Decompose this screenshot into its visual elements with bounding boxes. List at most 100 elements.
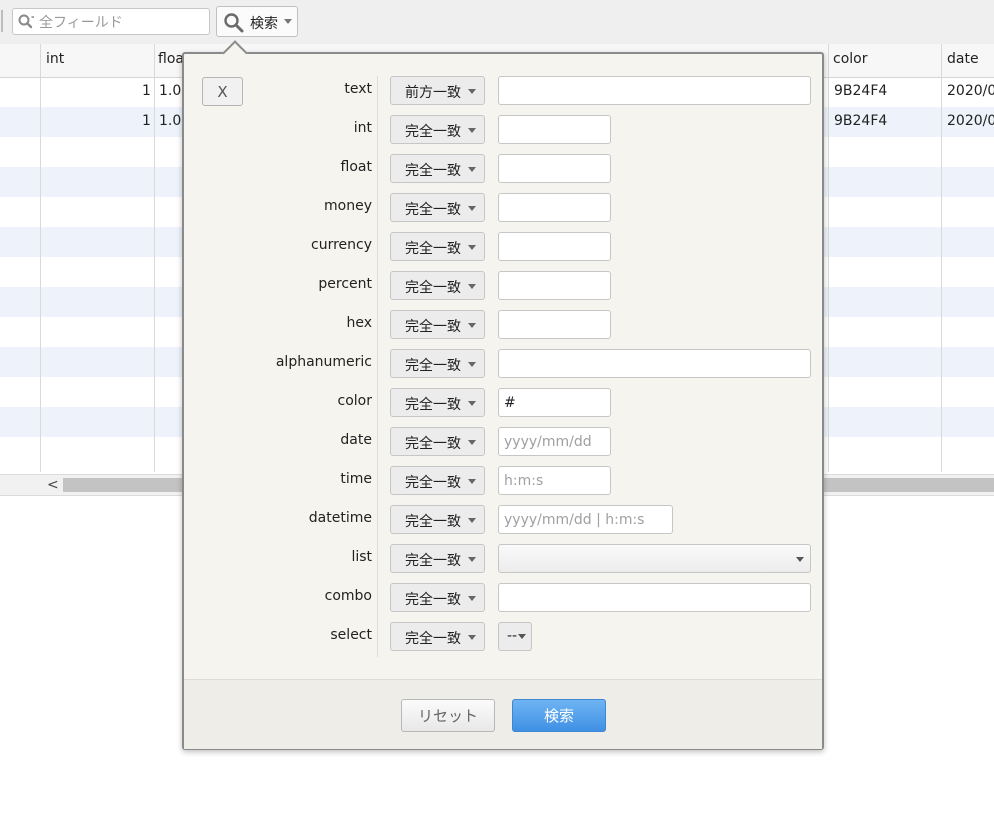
column-divider	[941, 44, 942, 472]
chevron-down-icon	[468, 440, 476, 445]
operator-value: 完全一致	[405, 241, 461, 257]
chevron-down-icon	[796, 557, 804, 562]
field-label: datetime	[308, 510, 372, 526]
chevron-down-icon	[468, 323, 476, 328]
text-input[interactable]	[498, 76, 811, 105]
field-label: int	[353, 120, 372, 136]
search-panel: X text 前方一致 int 完全一致 float 完全一致 money 完全…	[182, 52, 824, 750]
column-header-float[interactable]: floa	[158, 51, 184, 67]
column-header-date[interactable]: date	[947, 51, 979, 67]
chevron-down-icon	[284, 19, 292, 24]
field-label: time	[340, 471, 372, 487]
operator-value: 完全一致	[405, 436, 461, 452]
chevron-down-icon	[518, 634, 526, 639]
search-row-percent: percent 完全一致	[184, 271, 824, 300]
cell-color: 9B24F4	[834, 113, 888, 129]
operator-select[interactable]: 完全一致	[390, 427, 485, 456]
search-row-datetime: datetime 完全一致	[184, 505, 824, 534]
operator-value: 前方一致	[405, 85, 461, 101]
chevron-down-icon	[468, 479, 476, 484]
operator-value: 完全一致	[405, 397, 461, 413]
operator-select[interactable]: 完全一致	[390, 310, 485, 339]
field-label: date	[340, 432, 372, 448]
cell-float: 1.0	[159, 113, 182, 129]
chevron-down-icon	[468, 206, 476, 211]
reset-button[interactable]: リセット	[401, 699, 495, 732]
operator-select[interactable]: 完全一致	[390, 271, 485, 300]
toolbar-separator	[1, 10, 3, 32]
search-button[interactable]: 検索	[512, 699, 606, 732]
operator-value: 完全一致	[405, 319, 461, 335]
operator-select[interactable]: 完全一致	[390, 505, 485, 534]
chevron-down-icon	[468, 401, 476, 406]
currency-input[interactable]	[498, 232, 611, 261]
cell-date: 2020/0	[947, 113, 994, 129]
int-input[interactable]	[498, 115, 611, 144]
field-label: float	[340, 159, 372, 175]
datetime-input[interactable]	[498, 505, 673, 534]
time-input[interactable]	[498, 466, 611, 495]
all-fields-search-input[interactable]	[37, 12, 209, 33]
operator-value: 完全一致	[405, 553, 461, 569]
operator-select[interactable]: 完全一致	[390, 388, 485, 417]
search-row-list: list 完全一致	[184, 544, 824, 573]
operator-select[interactable]: 完全一致	[390, 154, 485, 183]
toolbar: 検索	[0, 0, 994, 45]
search-row-currency: currency 完全一致	[184, 232, 824, 261]
chevron-down-icon	[468, 596, 476, 601]
money-input[interactable]	[498, 193, 611, 222]
float-input[interactable]	[498, 154, 611, 183]
search-row-alphanumeric: alphanumeric 完全一致	[184, 349, 824, 378]
alphanumeric-input[interactable]	[498, 349, 811, 378]
column-divider	[154, 44, 155, 472]
operator-value: 完全一致	[405, 475, 461, 491]
combo-input[interactable]	[498, 583, 811, 612]
search-row-hex: hex 完全一致	[184, 310, 824, 339]
operator-select[interactable]: 完全一致	[390, 349, 485, 378]
operator-value: 完全一致	[405, 631, 461, 647]
list-select[interactable]	[498, 544, 811, 573]
operator-select[interactable]: 完全一致	[390, 193, 485, 222]
operator-select[interactable]: 完全一致	[390, 232, 485, 261]
color-input[interactable]	[498, 388, 611, 417]
operator-select[interactable]: 完全一致	[390, 115, 485, 144]
search-row-money: money 完全一致	[184, 193, 824, 222]
column-header-color[interactable]: color	[833, 51, 867, 67]
search-toggle-button[interactable]: 検索	[216, 6, 298, 37]
hex-input[interactable]	[498, 310, 611, 339]
operator-value: 完全一致	[405, 163, 461, 179]
chevron-down-icon	[468, 245, 476, 250]
date-input[interactable]	[498, 427, 611, 456]
percent-input[interactable]	[498, 271, 611, 300]
search-row-color: color 完全一致	[184, 388, 824, 417]
chevron-down-icon	[468, 128, 476, 133]
search-row-float: float 完全一致	[184, 154, 824, 183]
operator-select[interactable]: 完全一致	[390, 583, 485, 612]
field-label: hex	[346, 315, 372, 331]
search-icon	[18, 14, 34, 29]
column-divider	[40, 44, 41, 472]
operator-value: 完全一致	[405, 280, 461, 296]
operator-select[interactable]: 完全一致	[390, 466, 485, 495]
search-icon	[224, 13, 244, 33]
operator-select[interactable]: 前方一致	[390, 76, 485, 105]
cell-color: 9B24F4	[834, 83, 888, 99]
cell-date: 2020/0	[947, 83, 994, 99]
field-label: currency	[311, 237, 372, 253]
chevron-down-icon	[468, 557, 476, 562]
operator-value: 完全一致	[405, 514, 461, 530]
operator-select[interactable]: 完全一致	[390, 544, 485, 573]
cell-int: 1	[142, 83, 151, 99]
field-label: select	[330, 627, 372, 643]
column-header-int[interactable]: int	[46, 51, 64, 67]
panel-footer: リセット 検索	[184, 679, 822, 749]
chevron-down-icon	[468, 362, 476, 367]
select-value: --	[507, 628, 518, 644]
scroll-left-icon[interactable]: <	[47, 477, 59, 493]
all-fields-search[interactable]	[12, 8, 210, 35]
search-row-select: select 完全一致 --	[184, 622, 824, 651]
field-label: list	[351, 549, 372, 565]
operator-value: 完全一致	[405, 124, 461, 140]
select-dropdown[interactable]: --	[498, 622, 532, 651]
operator-select[interactable]: 完全一致	[390, 622, 485, 651]
